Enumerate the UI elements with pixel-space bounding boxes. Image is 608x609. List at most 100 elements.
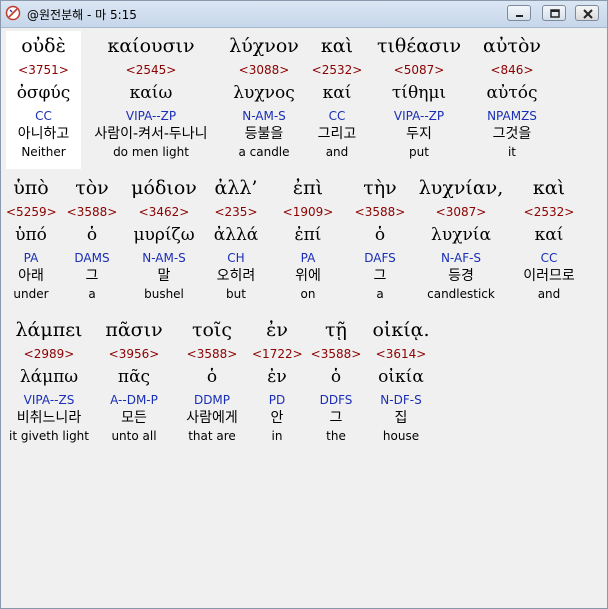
korean-gloss: 그리고 — [317, 126, 357, 142]
korean-gloss: 그 — [373, 268, 387, 284]
strong-number[interactable]: <2532> — [309, 61, 365, 79]
korean-gloss: 말 — [157, 268, 171, 284]
lemma: καίω — [129, 83, 173, 103]
english-gloss: bushel — [144, 287, 184, 301]
morphology-code: PA — [23, 251, 39, 265]
word-block[interactable]: οὐδὲ <3751> ὀσφύς CC 아니하고 Neither — [6, 31, 81, 169]
lemma: ἐπί — [294, 225, 322, 245]
word-block[interactable]: τιθέασιν <5087> τίθημι VIPA--ZP 두지 put — [367, 31, 471, 160]
word-block[interactable]: λάμπει <2989> λάμπω VIPA--ZS 비취느니라 it gi… — [6, 315, 92, 444]
english-gloss: and — [325, 145, 349, 159]
english-gloss: unto all — [111, 429, 157, 443]
korean-gloss: 그 — [85, 268, 99, 284]
korean-gloss: 위에 — [295, 268, 321, 284]
strong-number[interactable]: <3588> — [62, 203, 122, 221]
word-block[interactable]: λυχνίαν, <3087> λυχνία N-AF-S 등경 candles… — [412, 173, 510, 302]
greek-word: λυχνίαν, — [418, 177, 504, 199]
strong-number[interactable]: <3588> — [308, 345, 364, 363]
minimize-icon — [516, 15, 523, 17]
korean-gloss: 이러므로 — [523, 268, 575, 284]
strong-number[interactable]: <5259> — [6, 203, 57, 221]
english-gloss: and — [537, 287, 561, 301]
korean-gloss: 안 — [270, 410, 284, 426]
strong-number[interactable]: <3956> — [98, 345, 170, 363]
word-block[interactable]: τὴν <3588> ὁ DAFS 그 a — [350, 173, 410, 302]
lemma: ὁ — [374, 225, 386, 245]
word-block[interactable]: αὐτὸν <846> αὐτός NPAMZS 그것을 it — [472, 31, 552, 160]
english-gloss: it — [507, 145, 517, 159]
word-block[interactable]: ἀλλ’ <235> ἀλλά CH 오히려 but — [206, 173, 266, 302]
strong-number[interactable]: <3588> — [176, 345, 248, 363]
strong-number[interactable]: <2989> — [6, 345, 92, 363]
morphology-code: N-AM-S — [242, 109, 286, 123]
strong-number[interactable]: <3087> — [412, 203, 510, 221]
morphology-code: N-AM-S — [142, 251, 186, 265]
lemma: πᾶς — [117, 367, 151, 387]
word-block[interactable]: οἰκίᾳ. <3614> οἰκία N-DF-S 집 house — [368, 315, 434, 444]
lemma: καί — [322, 83, 352, 103]
morphology-code: VIPA--ZS — [23, 393, 75, 407]
korean-gloss: 그 — [329, 410, 343, 426]
greek-word: οὐδὲ — [21, 35, 66, 57]
lemma: αὐτός — [486, 83, 538, 103]
close-button[interactable] — [575, 5, 599, 21]
morphology-code: VIPA--ZP — [125, 109, 177, 123]
korean-gloss: 사람이-켜서-두나니 — [94, 126, 208, 142]
korean-gloss: 아니하고 — [17, 126, 70, 142]
maximize-icon — [550, 9, 560, 18]
english-gloss: a — [88, 287, 96, 301]
greek-word: λάμπει — [15, 319, 83, 341]
word-block[interactable]: ὑπὸ <5259> ὑπό PA 아래 under — [6, 173, 57, 302]
maximize-button[interactable] — [542, 5, 566, 21]
morphology-code: CC — [35, 109, 52, 123]
greek-word: αὐτὸν — [483, 35, 541, 57]
word-block[interactable]: τῇ <3588> ὁ DDFS 그 the — [308, 315, 364, 444]
korean-gloss: 모든 — [121, 410, 147, 426]
greek-word: μόδιον — [131, 177, 197, 199]
korean-gloss: 등불을 — [244, 126, 284, 142]
morphology-code: NPAMZS — [487, 109, 537, 123]
word-block[interactable]: μόδιον <3462> μυρίζω N-AM-S 말 bushel — [124, 173, 204, 302]
strong-number[interactable]: <2532> — [514, 203, 584, 221]
lemma: ὁ — [206, 367, 218, 387]
lemma: λάμπω — [19, 367, 79, 387]
morphology-code: DDFS — [319, 393, 353, 407]
word-block[interactable]: καὶ <2532> καί CC 이러므로 and — [514, 173, 584, 302]
greek-word: τὴν — [363, 177, 397, 199]
word-block[interactable]: τὸν <3588> ὁ DAMS 그 a — [62, 173, 122, 302]
minimize-button[interactable] — [507, 5, 531, 21]
morphology-code: DDMP — [193, 393, 231, 407]
korean-gloss: 등경 — [448, 268, 474, 284]
word-block[interactable]: καίουσιν <2545> καίω VIPA--ZP 사람이-켜서-두나니… — [85, 31, 217, 160]
english-gloss: put — [409, 145, 429, 159]
korean-gloss: 아래 — [18, 268, 44, 284]
word-block[interactable]: λύχνον <3088> λυχνος N-AM-S 등불을 a candle — [219, 31, 309, 160]
strong-number[interactable]: <846> — [472, 61, 552, 79]
word-block[interactable]: πᾶσιν <3956> πᾶς A--DM-P 모든 unto all — [98, 315, 170, 444]
strong-number[interactable]: <3588> — [350, 203, 410, 221]
app-icon — [5, 5, 21, 21]
korean-gloss: 집 — [394, 410, 408, 426]
english-gloss: in — [271, 429, 283, 443]
strong-number[interactable]: <3088> — [219, 61, 309, 79]
title-bar[interactable]: @원전분해 - 마 5:15 — [1, 1, 607, 28]
strong-number[interactable]: <3751> — [6, 61, 81, 79]
strong-number[interactable]: <3614> — [368, 345, 434, 363]
word-block[interactable]: ἐν <1722> ἐν PD 안 in — [252, 315, 303, 444]
word-block[interactable]: τοῖς <3588> ὁ DDMP 사람에게 that are — [176, 315, 248, 444]
morphology-code: CC — [540, 251, 558, 265]
english-gloss: on — [300, 287, 316, 301]
strong-number[interactable]: <1909> — [278, 203, 338, 221]
english-gloss: house — [382, 429, 420, 443]
strong-number[interactable]: <3462> — [124, 203, 204, 221]
strong-number[interactable]: <5087> — [367, 61, 471, 79]
strong-number[interactable]: <1722> — [252, 345, 303, 363]
morphology-code: DAFS — [364, 251, 396, 265]
word-block[interactable]: ἐπὶ <1909> ἐπί PA 위에 on — [278, 173, 338, 302]
greek-word: καὶ — [532, 177, 566, 199]
english-gloss: a — [376, 287, 384, 301]
word-block[interactable]: καὶ <2532> καί CC 그리고 and — [309, 31, 365, 160]
strong-number[interactable]: <235> — [206, 203, 266, 221]
strong-number[interactable]: <2545> — [85, 61, 217, 79]
greek-word: ἀλλ’ — [214, 177, 258, 199]
